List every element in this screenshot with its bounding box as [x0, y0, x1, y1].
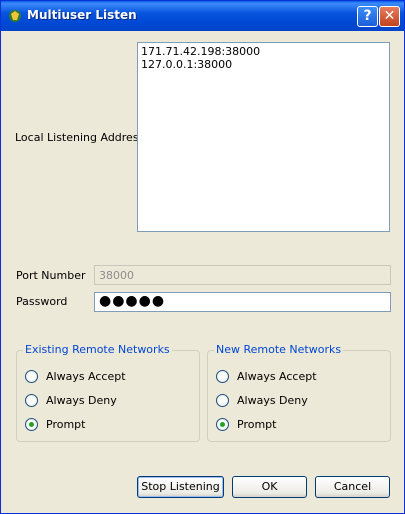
- local-address-label: Local Listening Address:: [15, 131, 148, 144]
- radio-button[interactable]: [216, 370, 229, 383]
- ok-button[interactable]: OK: [232, 476, 307, 498]
- cancel-button[interactable]: Cancel: [315, 476, 390, 498]
- radio-label: Always Deny: [46, 394, 117, 407]
- close-button[interactable]: ✕: [379, 6, 400, 27]
- radio-label: Always Accept: [46, 370, 126, 383]
- port-label: Port Number: [16, 269, 86, 282]
- help-button[interactable]: ?: [357, 6, 378, 27]
- new-networks-group: New Remote Networks Always Accept Always…: [207, 343, 391, 442]
- password-label: Password: [16, 295, 68, 308]
- list-item[interactable]: 171.71.42.198:38000: [141, 45, 386, 58]
- title-bar[interactable]: Multiuser Listen ? ✕: [1, 1, 404, 31]
- radio-label: Prompt: [46, 418, 86, 431]
- address-list[interactable]: 171.71.42.198:38000 127.0.0.1:38000: [137, 42, 390, 232]
- radio-label: Always Accept: [237, 370, 317, 383]
- stop-listening-button[interactable]: Stop Listening: [137, 476, 224, 498]
- new-networks-title: New Remote Networks: [214, 343, 344, 356]
- radio-button[interactable]: [216, 418, 229, 431]
- multiuser-listen-dialog: Multiuser Listen ? ✕ Local Listening Add…: [0, 0, 405, 514]
- radio-label: Always Deny: [237, 394, 308, 407]
- password-field[interactable]: ●●●●●: [94, 292, 391, 312]
- port-field: 38000: [94, 265, 391, 285]
- list-item[interactable]: 127.0.0.1:38000: [141, 58, 386, 71]
- dialog-content: Local Listening Address: 171.71.42.198:3…: [4, 31, 401, 510]
- close-icon: ✕: [383, 8, 396, 24]
- app-icon: [9, 10, 21, 22]
- radio-label: Prompt: [237, 418, 277, 431]
- existing-networks-group: Existing Remote Networks Always Accept A…: [16, 343, 200, 442]
- window-title: Multiuser Listen: [27, 8, 137, 22]
- existing-networks-title: Existing Remote Networks: [23, 343, 172, 356]
- help-icon: ?: [363, 8, 372, 24]
- radio-button[interactable]: [216, 394, 229, 407]
- radio-button[interactable]: [25, 394, 38, 407]
- radio-button[interactable]: [25, 370, 38, 383]
- radio-button[interactable]: [25, 418, 38, 431]
